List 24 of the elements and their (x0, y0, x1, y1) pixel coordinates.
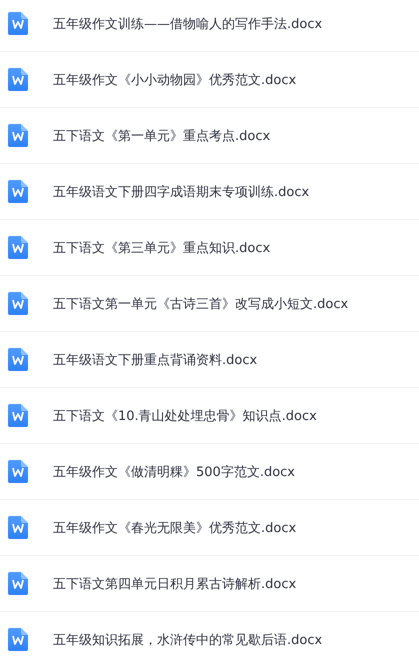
file-name[interactable]: 五年级作文《春光无限美》优秀范文.docx (53, 518, 296, 536)
document-icon (8, 348, 28, 371)
file-name[interactable]: 五下语文《第一单元》重点考点.docx (53, 126, 270, 144)
file-name[interactable]: 五年级作文训练——借物喻人的写作手法.docx (53, 14, 322, 32)
document-icon (8, 460, 28, 483)
file-name[interactable]: 五下语文第一单元《古诗三首》改写成小短文.docx (53, 294, 348, 312)
document-icon (8, 628, 28, 651)
file-name[interactable]: 五下语文《10.青山处处埋忠骨》知识点.docx (53, 406, 317, 424)
document-icon (8, 292, 28, 315)
document-icon (8, 68, 28, 91)
document-icon (8, 180, 28, 203)
document-icon (8, 236, 28, 259)
document-icon (8, 516, 28, 539)
document-icon (8, 572, 28, 595)
document-icon (8, 124, 28, 147)
file-name[interactable]: 五下语文《第三单元》重点知识.docx (53, 238, 270, 256)
file-name[interactable]: 五年级语文下册重点背诵资料.docx (53, 350, 258, 368)
document-icon (8, 404, 28, 427)
file-name[interactable]: 五年级作文《小小动物园》优秀范文.docx (53, 70, 296, 88)
file-name[interactable]: 五年级知识拓展，水浒传中的常见歇后语.docx (53, 630, 322, 648)
file-name[interactable]: 五下语文第四单元日积月累古诗解析.docx (53, 574, 296, 592)
file-name[interactable]: 五年级语文下册四字成语期末专项训练.docx (53, 182, 310, 200)
file-name[interactable]: 五年级作文《做清明粿》500字范文.docx (53, 462, 295, 480)
document-icon (8, 12, 28, 35)
